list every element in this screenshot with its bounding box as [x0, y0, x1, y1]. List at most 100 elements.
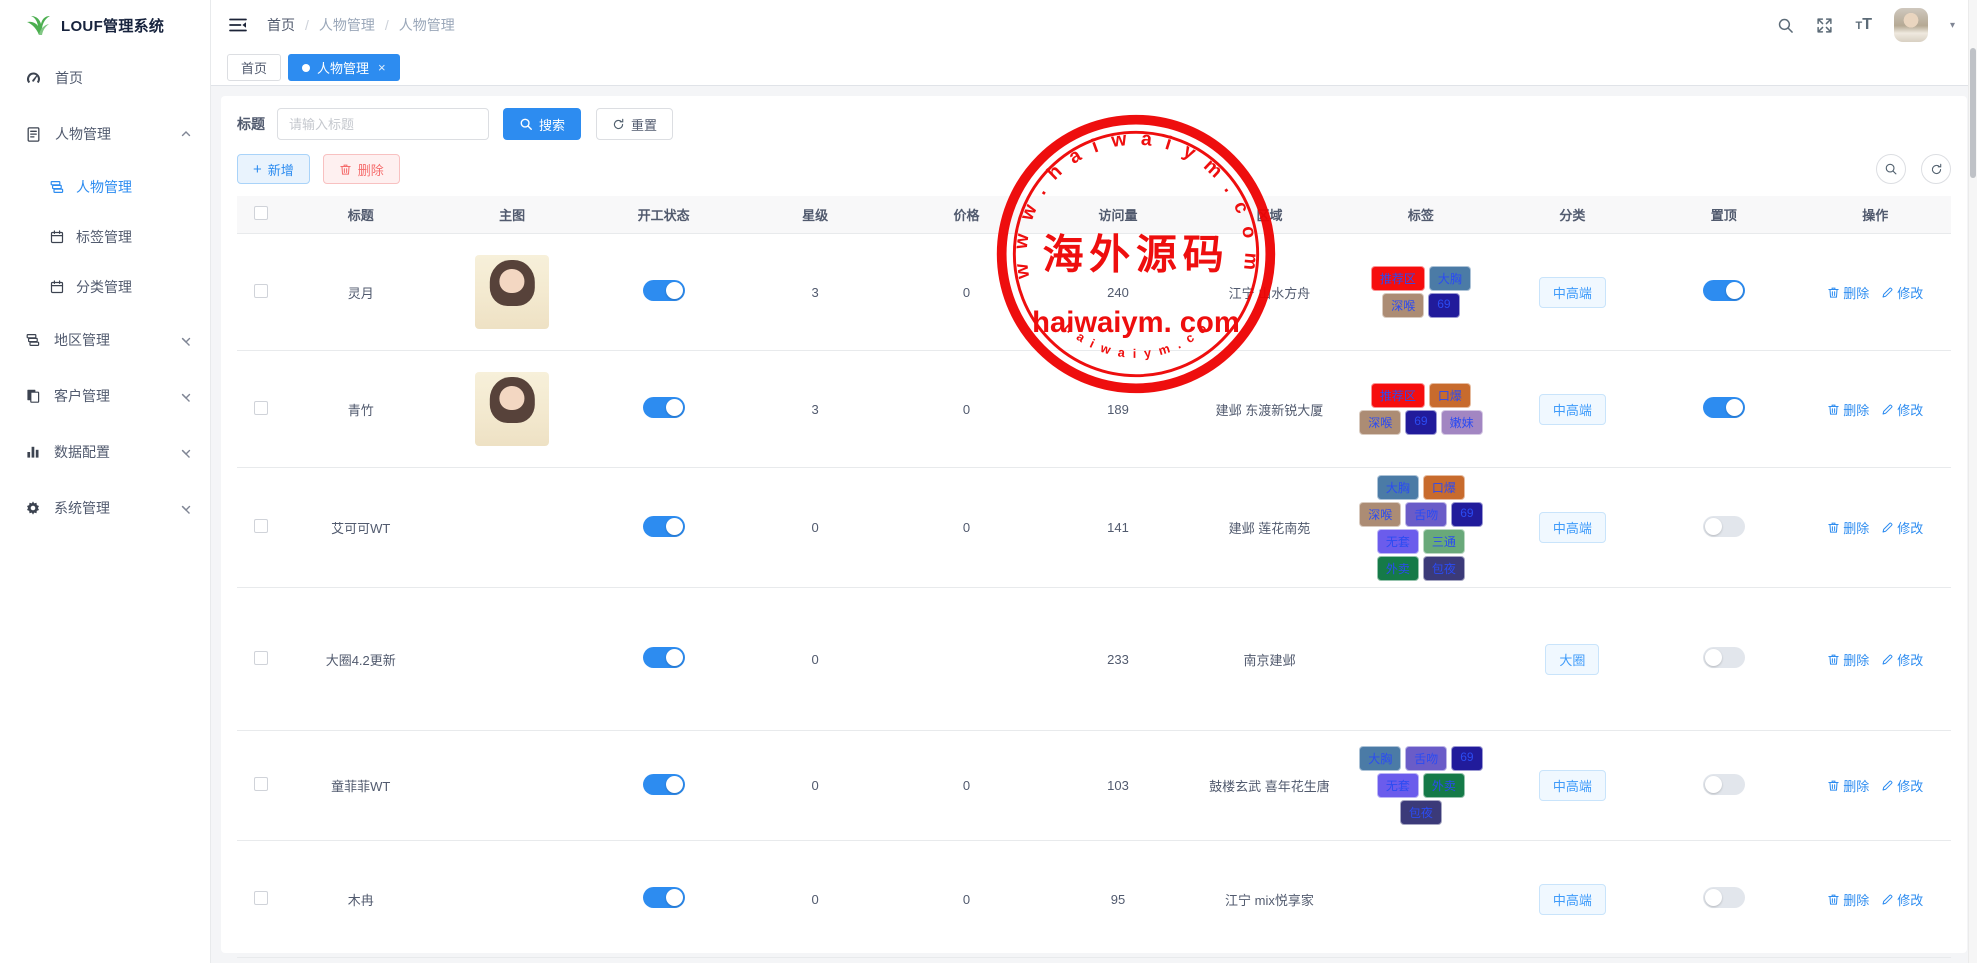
tab-people-manage[interactable]: 人物管理 × — [288, 54, 400, 81]
top-toggle[interactable] — [1703, 397, 1745, 418]
row-delete-link[interactable]: 删除 — [1827, 650, 1869, 669]
table-row: 灵月30240江宁 山水方舟推荐区大胸深喉69中高端删除修改 — [237, 234, 1951, 351]
status-toggle[interactable] — [643, 397, 685, 418]
copy-icon — [25, 388, 41, 404]
content-area: 标题 搜索 重置 + 新增 — [211, 86, 1977, 963]
breadcrumb-item[interactable]: 首页 — [267, 15, 295, 35]
tag: 深喉 — [1382, 293, 1424, 318]
row-delete-link[interactable]: 删除 — [1827, 518, 1869, 537]
user-menu-caret-icon[interactable]: ▾ — [1950, 20, 1955, 31]
sidebar-item-数据配置[interactable]: 数据配置 — [0, 424, 210, 480]
top-toggle[interactable] — [1703, 280, 1745, 301]
sidebar-item-label: 人物管理 — [55, 124, 111, 144]
delete-button[interactable]: 删除 — [323, 154, 400, 184]
top-toggle[interactable] — [1703, 647, 1745, 668]
column-header: 价格 — [954, 205, 980, 224]
status-toggle[interactable] — [643, 516, 685, 537]
row-edit-label: 修改 — [1897, 650, 1923, 669]
row-delete-link[interactable]: 删除 — [1827, 283, 1869, 302]
sidebar-subitem-分类管理[interactable]: 分类管理 — [0, 262, 210, 312]
active-tab-dot — [302, 64, 310, 72]
sidebar-subitem-label: 标签管理 — [76, 227, 132, 247]
select-all-checkbox[interactable] — [254, 206, 268, 220]
row-checkbox[interactable] — [254, 777, 268, 791]
category-tag: 中高端 — [1539, 770, 1606, 801]
sidebar-subitem-标签管理[interactable]: 标签管理 — [0, 212, 210, 262]
row-checkbox[interactable] — [254, 284, 268, 298]
scrollbar-thumb[interactable] — [1970, 48, 1976, 178]
fullscreen-icon[interactable] — [1816, 17, 1833, 34]
status-toggle[interactable] — [643, 774, 685, 795]
column-header: 分类 — [1559, 205, 1585, 224]
sidebar-item-人物管理[interactable]: 人物管理 — [0, 106, 210, 162]
row-checkbox[interactable] — [254, 651, 268, 665]
row-checkbox[interactable] — [254, 519, 268, 533]
tag: 外卖 — [1377, 556, 1419, 581]
row-delete-link[interactable]: 删除 — [1827, 890, 1869, 909]
main-photo[interactable] — [475, 372, 549, 446]
person-doc-icon — [25, 126, 42, 143]
row-delete-label: 删除 — [1843, 283, 1869, 302]
breadcrumb-item[interactable]: 人物管理 — [319, 15, 375, 35]
row-checkbox[interactable] — [254, 891, 268, 905]
search-button[interactable]: 搜索 — [503, 108, 581, 140]
chart-icon — [25, 444, 41, 460]
top-toggle[interactable] — [1703, 516, 1745, 537]
sidebar-item-首页[interactable]: 首页 — [0, 50, 210, 106]
row-edit-link[interactable]: 修改 — [1881, 283, 1923, 302]
row-delete-link[interactable]: 删除 — [1827, 400, 1869, 419]
row-edit-link[interactable]: 修改 — [1881, 776, 1923, 795]
user-avatar[interactable] — [1894, 8, 1928, 42]
sidebar-item-label: 数据配置 — [54, 442, 110, 462]
row-checkbox[interactable] — [254, 401, 268, 415]
row-delete-link[interactable]: 删除 — [1827, 776, 1869, 795]
cell-visits: 233 — [1107, 652, 1129, 667]
tab-home[interactable]: 首页 — [227, 54, 281, 81]
row-edit-link[interactable]: 修改 — [1881, 518, 1923, 537]
table-body: 灵月30240江宁 山水方舟推荐区大胸深喉69中高端删除修改青竹30189建邺 … — [237, 234, 1951, 958]
cell-region: 建邺 莲花南苑 — [1229, 518, 1311, 537]
sidebar-subitem-人物管理[interactable]: 人物管理 — [0, 162, 210, 212]
layers-icon — [25, 332, 41, 348]
tag: 外卖 — [1423, 773, 1465, 798]
cell-actions: 删除修改 — [1827, 400, 1923, 419]
toolbar-row: + 新增 删除 — [237, 154, 1951, 184]
cell-title: 灵月 — [348, 283, 374, 302]
top-toggle[interactable] — [1703, 887, 1745, 908]
page-scrollbar[interactable] — [1968, 0, 1977, 963]
reset-button[interactable]: 重置 — [596, 108, 673, 140]
cell-photo — [475, 255, 549, 329]
tag: 深喉 — [1359, 410, 1401, 435]
column-header: 开工状态 — [638, 205, 690, 224]
row-delete-label: 删除 — [1843, 400, 1869, 419]
cell-actions: 删除修改 — [1827, 776, 1923, 795]
close-tab-icon[interactable]: × — [378, 60, 386, 75]
title-filter-input[interactable] — [277, 108, 489, 140]
main-photo[interactable] — [475, 255, 549, 329]
tabbar: 首页 人物管理 × — [211, 50, 1977, 86]
breadcrumb-separator: / — [385, 17, 389, 33]
menu-fold-icon[interactable] — [229, 17, 247, 33]
top-toggle[interactable] — [1703, 774, 1745, 795]
sidebar-item-系统管理[interactable]: 系统管理 — [0, 480, 210, 536]
row-edit-link[interactable]: 修改 — [1881, 650, 1923, 669]
logo-leaf-icon — [26, 14, 52, 36]
add-button[interactable]: + 新增 — [237, 154, 310, 184]
table-refresh-button[interactable] — [1921, 154, 1951, 184]
row-edit-link[interactable]: 修改 — [1881, 400, 1923, 419]
search-icon[interactable] — [1777, 17, 1794, 34]
cell-actions: 删除 修改 — [1827, 650, 1923, 669]
row-edit-link[interactable]: 修改 — [1881, 890, 1923, 909]
status-toggle[interactable] — [643, 280, 685, 301]
gear-icon — [25, 500, 41, 516]
tag: 舌吻 — [1405, 502, 1447, 527]
cell-visits: 95 — [1111, 892, 1125, 907]
font-size-icon[interactable]: TT — [1855, 17, 1872, 33]
breadcrumb-item[interactable]: 人物管理 — [399, 15, 455, 35]
table-search-button[interactable] — [1876, 154, 1906, 184]
table-row: 大圈4.2更新0233南京建邺大圈删除修改 — [237, 588, 1951, 731]
sidebar-item-客户管理[interactable]: 客户管理 — [0, 368, 210, 424]
status-toggle[interactable] — [643, 647, 685, 668]
sidebar-item-地区管理[interactable]: 地区管理 — [0, 312, 210, 368]
status-toggle[interactable] — [643, 887, 685, 908]
